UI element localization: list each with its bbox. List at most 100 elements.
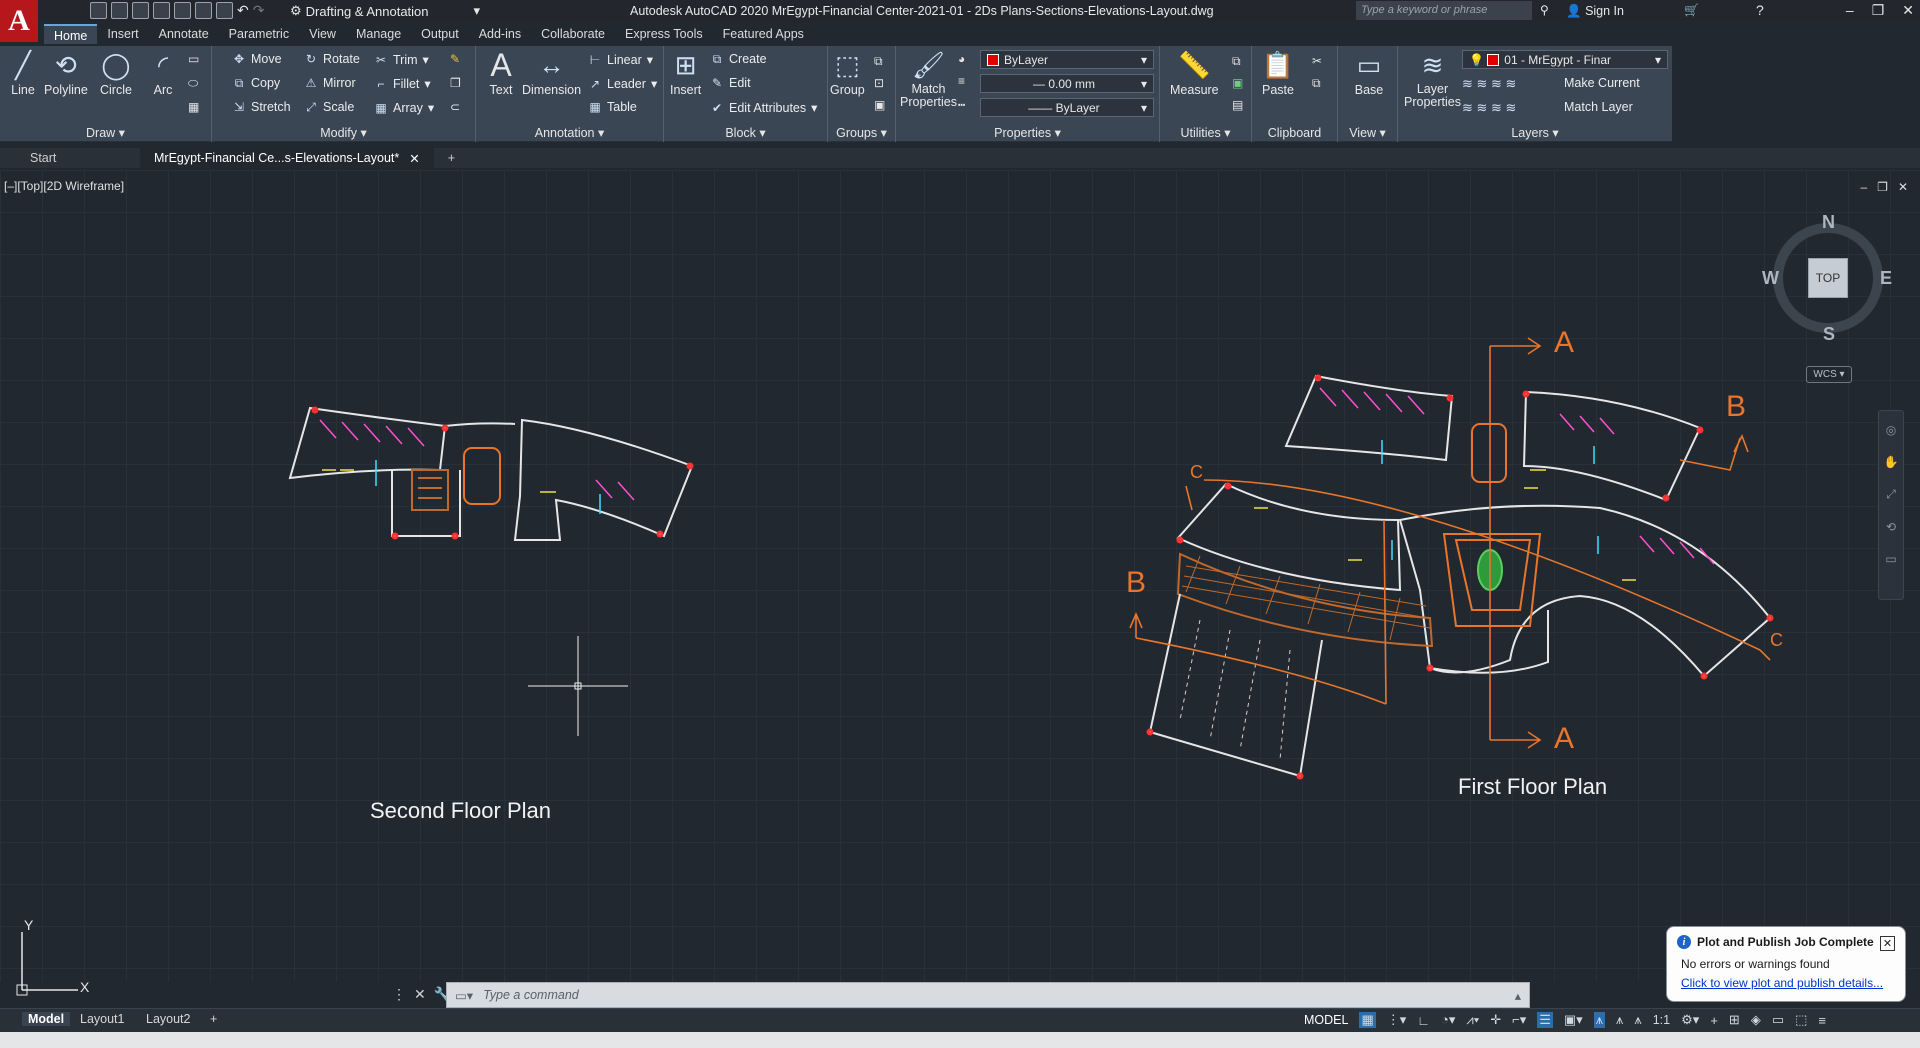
group-button[interactable]: ⬚ Group: [830, 50, 865, 98]
autocad-logo-button[interactable]: A: [0, 0, 38, 42]
annotation-panel-title[interactable]: Annotation ▾: [476, 125, 663, 140]
edit-attributes-button[interactable]: ✔ Edit Attributes ▾: [710, 100, 817, 116]
ungroup-icon[interactable]: ⧉: [874, 54, 883, 69]
compass-south[interactable]: S: [1823, 324, 1835, 345]
layer-tools-icon[interactable]: ≋ ≋ ≋ ≋: [1462, 76, 1516, 92]
circle-button[interactable]: ◯ Circle: [100, 50, 132, 98]
hatch-icon[interactable]: ▦: [188, 100, 199, 114]
tab-view[interactable]: View: [299, 24, 346, 44]
workspace-switcher[interactable]: ⚙ Drafting & Annotation ▾: [290, 2, 480, 20]
select-all-icon[interactable]: ▣: [1232, 76, 1243, 90]
base-button[interactable]: ▭ Base: [1354, 50, 1384, 98]
customization-menu-icon[interactable]: ≡: [1818, 1013, 1826, 1028]
rotate-button[interactable]: ↻ Rotate: [304, 52, 360, 66]
viewcube[interactable]: TOP N S E W: [1762, 212, 1892, 344]
annotation-scale-value[interactable]: 1:1: [1653, 1013, 1670, 1027]
command-history-icon[interactable]: ▴: [1515, 988, 1521, 1003]
compass-east[interactable]: E: [1880, 268, 1892, 289]
line-button[interactable]: ╱ Line: [8, 50, 38, 98]
linetype-dropdown[interactable]: —— ByLayer ▾: [980, 98, 1154, 117]
color-dropdown[interactable]: ByLayer ▾: [980, 50, 1154, 69]
redo-icon[interactable]: ↷: [253, 2, 265, 19]
layer-properties-button[interactable]: ≋ Layer Properties: [1404, 50, 1461, 109]
fillet-button[interactable]: ⌐ Fillet ▾: [374, 76, 430, 92]
units-icon[interactable]: ⊞: [1729, 1012, 1740, 1028]
trim-button[interactable]: ✂ Trim ▾: [374, 52, 429, 68]
pan-icon[interactable]: ✋: [1879, 455, 1903, 469]
tab-layout1[interactable]: Layout1: [80, 1012, 124, 1026]
tab-express-tools[interactable]: Express Tools: [615, 24, 713, 44]
calculator-icon[interactable]: ▤: [1232, 98, 1243, 112]
tab-insert[interactable]: Insert: [97, 24, 148, 44]
wcs-menu[interactable]: WCS ▾: [1806, 366, 1852, 383]
offset-icon[interactable]: ⊂: [450, 100, 460, 114]
properties-panel-title[interactable]: Properties ▾: [896, 125, 1159, 140]
tab-start[interactable]: Start: [0, 148, 140, 168]
create-block-button[interactable]: ⧉ Create: [710, 52, 767, 67]
measure-button[interactable]: 📏 Measure: [1170, 50, 1219, 98]
draw-panel-title[interactable]: Draw ▾: [0, 125, 211, 140]
grid-icon[interactable]: ▦: [1359, 1012, 1376, 1028]
tab-layout2[interactable]: Layout2: [146, 1012, 190, 1026]
snap-icon[interactable]: ⋮▾: [1387, 1012, 1407, 1028]
quick-select-icon[interactable]: ⧉: [1232, 54, 1241, 69]
lineweight-toggle-icon[interactable]: ☰: [1537, 1012, 1553, 1028]
polyline-button[interactable]: ⟲ Polyline: [44, 50, 88, 98]
polar-icon[interactable]: ◔▾: [1441, 1012, 1455, 1028]
save-web-icon[interactable]: [195, 2, 212, 19]
binoculars-icon[interactable]: ⚲: [1540, 3, 1549, 17]
group-edit-icon[interactable]: ⊡: [874, 76, 884, 90]
ellipse-icon[interactable]: ⬭: [188, 76, 198, 91]
transparency-icon[interactable]: ▣▾: [1564, 1012, 1583, 1028]
ortho-icon[interactable]: ∟: [1417, 1013, 1430, 1028]
sign-in-button[interactable]: 👤 Sign In: [1566, 4, 1624, 19]
tab-featured-apps[interactable]: Featured Apps: [713, 24, 814, 44]
auto-scale-icon[interactable]: ⩚: [1616, 1012, 1623, 1028]
close-command-icon[interactable]: ✕: [414, 986, 426, 1003]
help-search-input[interactable]: Type a keyword or phrase: [1356, 1, 1532, 20]
explode-icon[interactable]: ❐: [450, 76, 461, 90]
view-panel-title[interactable]: View ▾: [1338, 125, 1397, 140]
close-tab-icon[interactable]: ✕: [409, 151, 419, 166]
utilities-panel-title[interactable]: Utilities ▾: [1160, 125, 1251, 140]
save-icon[interactable]: [132, 2, 149, 19]
new-tab-button[interactable]: +: [434, 148, 469, 168]
help-icon[interactable]: ?: [1756, 2, 1764, 18]
open-file-icon[interactable]: [111, 2, 128, 19]
tab-annotate[interactable]: Annotate: [149, 24, 219, 44]
viewcube-top-face[interactable]: TOP: [1808, 258, 1848, 298]
linear-button[interactable]: ⊢ Linear ▾: [588, 52, 653, 68]
cart-icon[interactable]: 🛒: [1684, 3, 1699, 17]
make-current-button[interactable]: Make Current: [1564, 76, 1640, 90]
command-input[interactable]: ▭▾ Type a command ▴: [446, 982, 1530, 1008]
tab-collaborate[interactable]: Collaborate: [531, 24, 615, 44]
table-button[interactable]: ▦ Table: [588, 100, 637, 114]
copy-button[interactable]: ⧉ Copy: [232, 76, 280, 91]
hardware-acceleration-icon[interactable]: ▭: [1772, 1012, 1784, 1028]
leader-button[interactable]: ↗ Leader ▾: [588, 76, 657, 92]
grip-icon[interactable]: ⋮: [392, 986, 406, 1003]
orbit-icon[interactable]: ⟲: [1879, 520, 1903, 534]
tab-add-ins[interactable]: Add-ins: [469, 24, 531, 44]
object-snap-tracking-icon[interactable]: ✛: [1490, 1012, 1501, 1028]
add-icon[interactable]: +: [1710, 1013, 1718, 1028]
model-space-button[interactable]: MODEL: [1304, 1013, 1348, 1027]
annotation-visibility-icon[interactable]: ⩚: [1593, 1012, 1606, 1028]
layers-panel-title[interactable]: Layers ▾: [1398, 125, 1672, 140]
close-button[interactable]: ✕: [1902, 2, 1914, 19]
block-panel-title[interactable]: Block ▾: [664, 125, 827, 140]
text-button[interactable]: A Text: [486, 47, 516, 98]
plot-icon[interactable]: [216, 2, 233, 19]
tab-active-drawing[interactable]: MrEgypt-Financial Ce...s-Elevations-Layo…: [140, 148, 434, 168]
layer-dropdown[interactable]: 💡 01 - MrEgypt - Finar ▾: [1462, 50, 1668, 69]
notification-close-icon[interactable]: ✕: [1880, 936, 1895, 951]
color-wheel-icon[interactable]: ◕: [958, 52, 965, 66]
modify-panel-title[interactable]: Modify ▾: [212, 125, 475, 140]
workspace-gear-icon[interactable]: ⚙▾: [1681, 1012, 1699, 1028]
isodraft-icon[interactable]: ⩘▾: [1466, 1012, 1479, 1028]
clean-screen-icon[interactable]: ⬚: [1795, 1012, 1807, 1028]
tab-parametric[interactable]: Parametric: [219, 24, 299, 44]
mirror-button[interactable]: ⚠ Mirror: [304, 76, 356, 90]
move-button[interactable]: ✥ Move: [232, 52, 282, 66]
group-select-icon[interactable]: ▣: [874, 98, 885, 112]
